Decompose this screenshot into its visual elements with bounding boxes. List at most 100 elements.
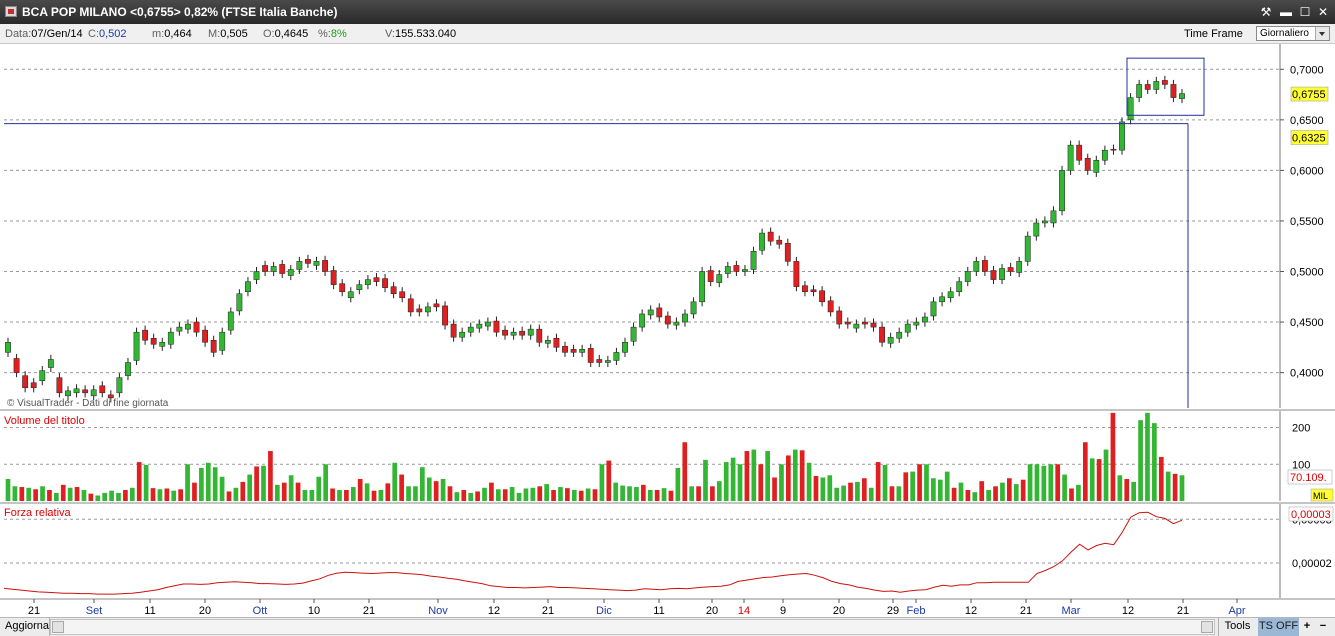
- candle-up: [604, 360, 611, 363]
- candle-down: [450, 323, 457, 338]
- candle-up: [930, 301, 937, 317]
- volume-bar-up: [81, 489, 87, 501]
- candle-down: [339, 283, 346, 292]
- scroll-left-icon[interactable]: [52, 621, 64, 633]
- candle-down: [664, 315, 671, 325]
- maximize-button[interactable]: ☐: [1297, 4, 1313, 20]
- candle-up: [1067, 144, 1074, 171]
- candle-down: [107, 394, 114, 399]
- price-tick-label: 0,4000: [1290, 368, 1324, 380]
- volume-bar-up: [751, 449, 757, 501]
- volume-bar-down: [489, 482, 494, 501]
- volume-bar-down: [88, 493, 94, 501]
- volume-title: Volume del titolo: [4, 415, 85, 427]
- volume-bar-up: [95, 495, 101, 501]
- scroll-right-icon[interactable]: [1201, 621, 1213, 633]
- volume-bar-up: [495, 489, 501, 501]
- candle-up: [133, 331, 140, 361]
- volume-bar-up: [931, 478, 936, 501]
- candle-up: [973, 261, 980, 272]
- volume-bar-down: [640, 484, 646, 501]
- candle-down: [99, 385, 106, 394]
- info-min: m:0,464: [152, 28, 192, 40]
- candle-down: [707, 270, 714, 282]
- volume-bar-up: [426, 477, 432, 501]
- candle-up: [742, 269, 748, 272]
- candle-up: [1041, 220, 1048, 224]
- candle-up: [759, 232, 766, 251]
- volume-bar-up: [855, 481, 860, 501]
- volume-bar-up: [661, 488, 667, 501]
- candle-up: [287, 269, 294, 276]
- candle-down: [150, 337, 157, 345]
- candle-down: [322, 260, 328, 272]
- x-axis: 21 Set 11 20 Ott 10 21 Nov 12 21 Dic 11 20 14 9 20 29 Feb…: [28, 599, 1246, 617]
- tools-button[interactable]: Tools: [1218, 618, 1256, 636]
- minimize-button[interactable]: ▬: [1278, 4, 1294, 20]
- x-tick-label: Apr: [1228, 605, 1245, 617]
- volume-bar-down: [537, 486, 543, 501]
- volume-bar-down: [371, 490, 377, 501]
- candle-up: [116, 377, 123, 394]
- x-tick-label: Nov: [428, 605, 448, 617]
- volume-bar-up: [958, 482, 964, 501]
- chevron-down-icon[interactable]: [1315, 27, 1329, 40]
- relative-strength-panel: 0,000020,00003Forza relativa0,00003: [3, 504, 1334, 598]
- candle-down: [1161, 80, 1168, 85]
- candle-up: [750, 251, 757, 270]
- candle-down: [656, 307, 663, 318]
- ts-off-button[interactable]: TS OFF: [1258, 618, 1299, 636]
- volume-bar-up: [675, 467, 681, 501]
- candle-up: [682, 313, 688, 323]
- volume-bar-up: [1013, 484, 1019, 501]
- refresh-button[interactable]: Aggiorna: [0, 618, 50, 636]
- date-value: 07/Gen/14: [31, 28, 83, 40]
- volume-bar-up: [1027, 464, 1033, 501]
- volume-bar-down: [592, 489, 598, 501]
- candle-up: [896, 331, 903, 339]
- info-date: Data:07/Gen/14: [5, 28, 83, 40]
- candle-down: [870, 322, 877, 328]
- zoom-out-button[interactable]: −: [1316, 618, 1330, 636]
- info-volume: V:155.533.040: [385, 28, 456, 40]
- candle-down: [1110, 148, 1117, 151]
- volume-bar-up: [558, 487, 563, 501]
- candle-up: [5, 342, 11, 353]
- volume-bar-up: [109, 490, 114, 501]
- candle-down: [373, 277, 380, 282]
- zoom-in-button[interactable]: +: [1300, 618, 1314, 636]
- chart-area[interactable]: 0,4000 0,4500 0,5000 0,5500 0,6000 0,6500 0,70…: [0, 44, 1335, 617]
- candle-up: [39, 370, 46, 381]
- volume-bar-down: [399, 474, 404, 501]
- candle-up: [459, 331, 466, 338]
- volume-tick-label: 100: [1292, 459, 1310, 471]
- candle-up: [1127, 97, 1134, 121]
- horizontal-scrollbar[interactable]: [50, 619, 1215, 635]
- volume-bar-down: [786, 455, 791, 501]
- hammer-icon[interactable]: ⚒: [1258, 4, 1274, 20]
- volume-bar-up: [620, 485, 625, 501]
- candle-down: [390, 286, 397, 294]
- candle-down: [279, 264, 286, 274]
- price-tick-label: 0,7000: [1290, 64, 1324, 76]
- volume-bar-up: [420, 467, 425, 501]
- candle-up: [1179, 93, 1185, 99]
- candle-up: [939, 296, 945, 303]
- x-tick-label: 12: [1122, 605, 1134, 617]
- volume-bar-down: [60, 484, 66, 501]
- volume-bar-up: [67, 487, 73, 501]
- volume-bar-down: [150, 488, 156, 501]
- volume-bar-down: [1055, 464, 1061, 501]
- volume-bar-up: [302, 489, 308, 501]
- close-button[interactable]: ✕: [1315, 4, 1331, 20]
- volume-bar-up: [392, 462, 398, 501]
- volume-bar-up: [585, 488, 591, 501]
- timeframe-select[interactable]: Giornaliero: [1256, 26, 1330, 41]
- volume-bar-up: [937, 479, 943, 501]
- x-tick-label: 21: [28, 605, 40, 617]
- volume-bar-up: [1034, 464, 1040, 501]
- volume-bar-down: [357, 478, 363, 501]
- candle-down: [30, 382, 37, 389]
- volume-bar-down: [226, 491, 232, 501]
- candle-up: [424, 306, 431, 313]
